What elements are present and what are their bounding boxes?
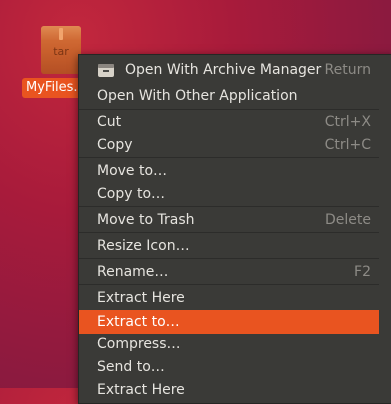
menu-item-open-with-archive-manager[interactable]: Open With Archive Manager Return: [79, 58, 379, 82]
archive-icon[interactable]: tar: [41, 26, 81, 74]
menu-separator: [79, 284, 379, 285]
menu-item-label: Rename…: [97, 264, 169, 280]
menu-item-label: Extract to…: [97, 314, 180, 330]
menu-separator: [79, 258, 379, 259]
menu-item-shortcut: Delete: [325, 212, 371, 228]
file-type-label: tar: [53, 45, 69, 58]
menu-separator: [79, 232, 379, 233]
menu-item-label: Copy to…: [97, 186, 166, 202]
menu-item-shortcut: Ctrl+X: [324, 114, 371, 130]
menu-item-move-to-trash[interactable]: Move to Trash Delete: [79, 208, 379, 232]
menu-item-copy[interactable]: Copy Ctrl+C: [79, 133, 379, 157]
menu-item-compress[interactable]: Compress…: [79, 332, 379, 356]
menu-item-extract-here[interactable]: Extract Here: [79, 286, 379, 310]
file-name-label[interactable]: MyFiles.: [22, 78, 82, 98]
menu-item-shortcut: F2: [354, 264, 371, 280]
menu-item-label: Extract Here: [97, 382, 185, 398]
menu-item-label: Cut: [97, 114, 122, 130]
menu-item-label: Open With Other Application: [97, 88, 298, 104]
menu-item-label: Resize Icon…: [97, 238, 190, 254]
menu-item-copy-to[interactable]: Copy to…: [79, 182, 379, 206]
menu-item-label: Extract Here: [97, 290, 185, 306]
menu-item-shortcut: Ctrl+C: [324, 137, 371, 153]
menu-item-send-to[interactable]: Send to…: [79, 355, 379, 379]
menu-item-label: Compress…: [97, 336, 181, 352]
menu-separator: [79, 157, 379, 158]
menu-item-label: Move to…: [97, 163, 168, 179]
menu-item-extract-to[interactable]: Extract to…: [79, 310, 379, 334]
menu-item-resize-icon[interactable]: Resize Icon…: [79, 234, 379, 258]
menu-item-cut[interactable]: Cut Ctrl+X: [79, 110, 379, 134]
menu-item-open-with-other-application[interactable]: Open With Other Application: [79, 84, 379, 108]
menu-item-shortcut: Return: [324, 62, 371, 78]
menu-item-label: Move to Trash: [97, 212, 195, 228]
archive-clasp: [59, 28, 63, 40]
menu-separator: [79, 206, 379, 207]
menu-item-label: Copy: [97, 137, 133, 153]
menu-item-label: Open With Archive Manager: [125, 62, 322, 78]
menu-item-extract-here-2[interactable]: Extract Here: [79, 378, 379, 402]
menu-item-label: Send to…: [97, 359, 165, 375]
archive-manager-icon: [98, 64, 114, 77]
menu-item-rename[interactable]: Rename… F2: [79, 260, 379, 284]
menu-item-move-to[interactable]: Move to…: [79, 159, 379, 183]
context-menu: Open With Archive Manager Return Open Wi…: [78, 54, 391, 404]
